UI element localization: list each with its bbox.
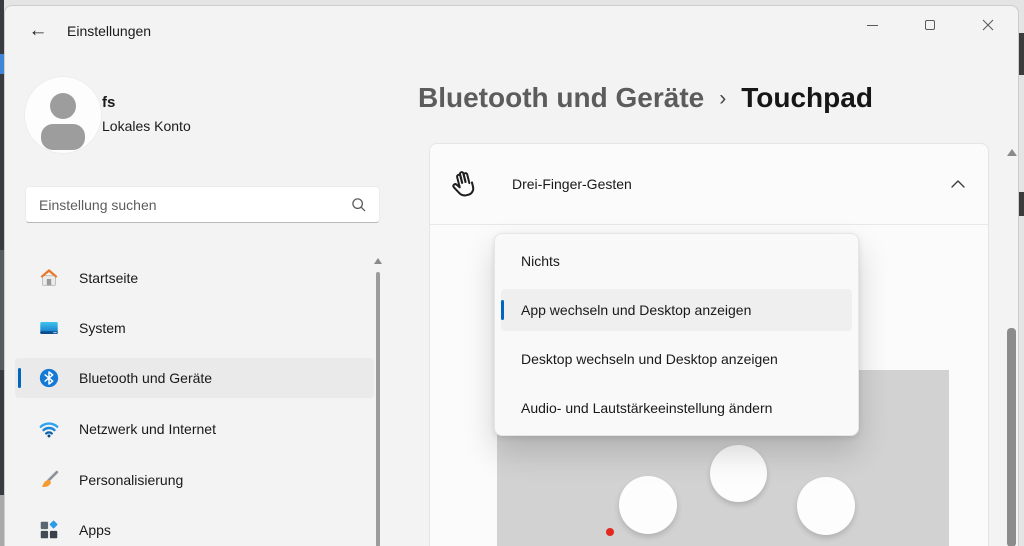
- maximize-button[interactable]: [901, 6, 959, 44]
- sidebar-item-system[interactable]: System: [15, 308, 374, 348]
- chevron-up-icon[interactable]: [950, 179, 966, 189]
- close-icon: [982, 19, 994, 31]
- sidebar-item-label: Bluetooth und Geräte: [79, 370, 213, 386]
- finger-circle: [797, 477, 855, 535]
- sidebar-scrollbar[interactable]: [376, 272, 380, 546]
- sidebar-item-label: Apps: [79, 522, 111, 538]
- sidebar-scroll-up-icon[interactable]: [374, 258, 382, 264]
- apps-icon: [37, 518, 61, 542]
- finger-circle: [710, 445, 767, 502]
- sidebar-item-bluetooth[interactable]: Bluetooth und Geräte: [15, 358, 374, 398]
- dropdown-option-label: Desktop wechseln und Desktop anzeigen: [521, 351, 778, 367]
- cursor-dot: [606, 528, 614, 536]
- back-arrow-icon: ←: [28, 20, 48, 41]
- minimize-button[interactable]: [843, 6, 901, 44]
- breadcrumb: Bluetooth und Geräte › Touchpad: [418, 82, 873, 114]
- dropdown-option-desktop-wechseln[interactable]: Desktop wechseln und Desktop anzeigen: [501, 338, 852, 380]
- dropdown-option-label: Audio- und Lautstärkeeinstellung ändern: [521, 400, 773, 416]
- main-scroll-up-icon[interactable]: [1007, 149, 1017, 156]
- user-name: fs: [102, 94, 116, 111]
- window-title: Einstellungen: [67, 23, 152, 39]
- settings-search: [25, 186, 380, 223]
- window-controls: [843, 6, 1017, 46]
- sidebar-item-personalisierung[interactable]: Personalisierung: [15, 460, 374, 500]
- sidebar-item-netzwerk[interactable]: Netzwerk und Internet: [15, 409, 374, 449]
- bluetooth-icon: [37, 366, 61, 390]
- sidebar-item-label: Personalisierung: [79, 472, 184, 488]
- back-button[interactable]: ←: [21, 16, 55, 46]
- paintbrush-icon: [37, 468, 61, 492]
- settings-window: ← Einstellungen fs Lokales Konto Einstel…: [4, 5, 1019, 546]
- close-button[interactable]: [959, 6, 1017, 44]
- finger-circle: [619, 476, 677, 534]
- search-icon: [350, 196, 367, 213]
- background-window-sliver: [1019, 192, 1024, 216]
- selection-pill: [501, 300, 504, 320]
- system-icon: [37, 316, 61, 340]
- dropdown-option-nichts[interactable]: Nichts: [501, 240, 852, 282]
- sidebar-item-label: Netzwerk und Internet: [79, 421, 216, 437]
- selection-pill: [18, 368, 21, 388]
- dropdown-option-audio[interactable]: Audio- und Lautstärkeeinstellung ändern: [501, 387, 852, 429]
- maximize-icon: [925, 20, 935, 30]
- user-account-type: Lokales Konto: [102, 118, 191, 134]
- minimize-icon: [866, 24, 878, 26]
- dropdown-option-app-wechseln[interactable]: App wechseln und Desktop anzeigen: [501, 289, 852, 331]
- main-scrollbar[interactable]: [1007, 328, 1016, 546]
- dropdown-option-label: App wechseln und Desktop anzeigen: [521, 302, 752, 318]
- avatar-person-icon: [50, 93, 76, 119]
- dropdown-option-label: Nichts: [521, 253, 560, 269]
- avatar[interactable]: [24, 76, 102, 154]
- breadcrumb-separator-icon: ›: [719, 87, 727, 110]
- sidebar-item-startseite[interactable]: Startseite: [15, 258, 374, 298]
- gesture-dropdown-menu: Nichts App wechseln und Desktop anzeigen…: [494, 233, 859, 436]
- search-input[interactable]: [39, 196, 350, 213]
- home-icon: [37, 266, 61, 290]
- wifi-icon: [37, 417, 61, 441]
- sidebar-item-label: System: [79, 320, 126, 336]
- page-title: Touchpad: [741, 82, 873, 113]
- sidebar-item-apps[interactable]: Apps: [15, 510, 374, 546]
- breadcrumb-parent[interactable]: Bluetooth und Geräte: [418, 82, 704, 114]
- three-finger-gestures-header[interactable]: Drei-Finger-Gesten: [430, 144, 988, 225]
- sidebar-item-label: Startseite: [79, 270, 139, 286]
- background-window-sliver: [1019, 33, 1024, 75]
- three-finger-gesture-icon: [452, 171, 475, 197]
- section-title: Drei-Finger-Gesten: [512, 176, 632, 192]
